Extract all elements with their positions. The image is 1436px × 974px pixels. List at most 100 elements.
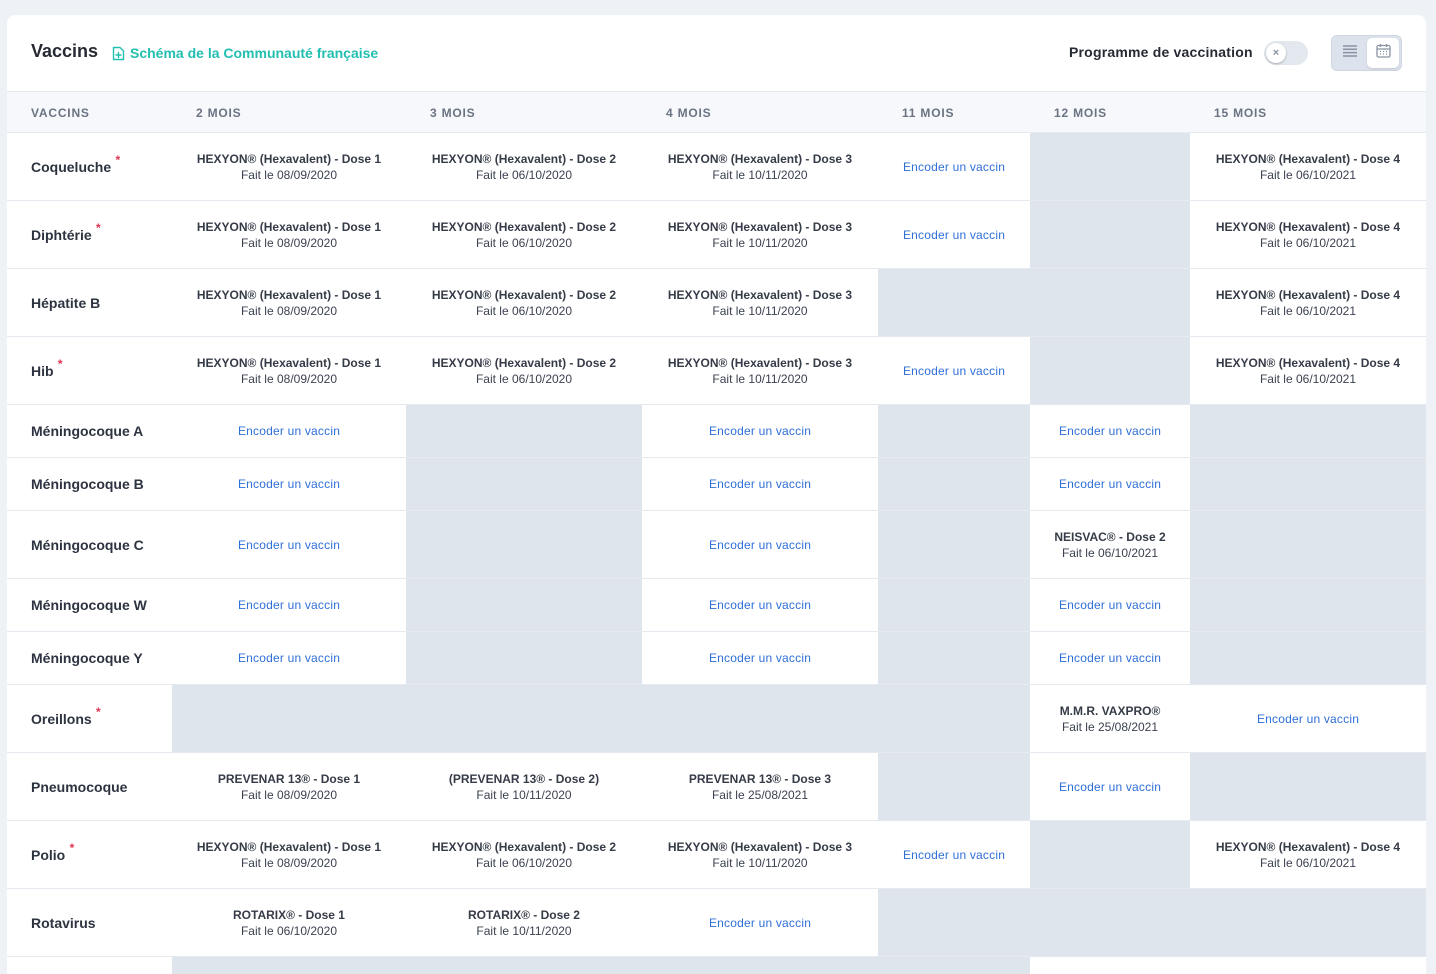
dose-date: Fait le 08/09/2020 [240,167,338,182]
dose-cell: HEXYON® (Hexavalent) - Dose 3 Fait le 10/… [642,269,878,336]
list-icon [1343,44,1357,62]
not-applicable-cell [406,685,642,752]
vaccine-name-cell: Méningocoque Y [7,632,172,684]
list-view-button[interactable] [1334,38,1366,68]
vaccine-name: Méningocoque B [31,476,144,492]
vaccine-name-cell: Méningocoque C [7,511,172,578]
encode-vaccine-link[interactable]: Encoder un vaccin [1059,650,1161,666]
dose-name: HEXYON® (Hexavalent) - Dose 4 [1215,219,1401,234]
program-label: Programme de vaccination [1069,44,1253,60]
dose-cell: HEXYON® (Hexavalent) - Dose 1 Fait le 08/… [172,337,406,404]
dose-date: Fait le 06/10/2020 [475,371,573,386]
encode-vaccine-link[interactable]: Encoder un vaccin [709,915,811,931]
encode-vaccine-link[interactable]: Encoder un vaccin [238,476,340,492]
encode-vaccine-link[interactable]: Encoder un vaccin [903,847,1005,863]
vaccine-cell: Encoder un vaccin [642,405,878,457]
encode-vaccine-link[interactable]: Encoder un vaccin [709,537,811,553]
encode-vaccine-link[interactable]: Encoder un vaccin [903,363,1005,379]
required-asterisk: * [96,220,101,235]
vaccine-cell: Encoder un vaccin [642,889,878,956]
vaccine-cell: Encoder un vaccin [172,632,406,684]
not-applicable-cell [1030,201,1190,268]
encode-vaccine-link[interactable]: Encoder un vaccin [903,159,1005,175]
table-header: VACCINS 2 MOIS 3 MOIS 4 MOIS 11 MOIS 12 MOIS 1… [7,91,1426,133]
program-toggle[interactable]: × [1264,41,1308,65]
encode-vaccine-link[interactable]: Encoder un vaccin [238,423,340,439]
dose-cell: PREVENAR 13® - Dose 3 Fait le 25/08/2021 [642,753,878,820]
dose-cell: HEXYON® (Hexavalent) - Dose 3 Fait le 10/… [642,201,878,268]
vaccine-cell: Encoder un vaccin [1030,405,1190,457]
vaccine-name-cell: Méningocoque W [7,579,172,631]
not-applicable-cell [878,579,1030,631]
not-applicable-cell [878,753,1030,820]
encode-vaccine-link[interactable]: Encoder un vaccin [709,597,811,613]
vaccine-cell: Encoder un vaccin [1030,458,1190,510]
dose-name: (PREVENAR 13® - Dose 2) [448,771,600,786]
not-applicable-cell [878,269,1030,336]
dose-name: HEXYON® (Hexavalent) - Dose 3 [667,287,853,302]
table-row: Méningocoque B Encoder un vaccin Encoder u… [7,458,1426,511]
encode-vaccine-link[interactable]: Encoder un vaccin [1257,711,1359,727]
dose-name: HEXYON® (Hexavalent) - Dose 2 [431,287,617,302]
dose-name: HEXYON® (Hexavalent) - Dose 1 [196,355,382,370]
encode-vaccine-link[interactable]: Encoder un vaccin [709,476,811,492]
calendar-view-button[interactable] [1367,38,1399,68]
encode-vaccine-link[interactable]: Encoder un vaccin [903,227,1005,243]
schema-link[interactable]: Schéma de la Communauté française [112,45,378,61]
dose-date: Fait le 06/10/2021 [1259,235,1357,250]
encode-vaccine-link[interactable]: Encoder un vaccin [1059,423,1161,439]
not-applicable-cell [172,957,406,974]
dose-date: Fait le 08/09/2020 [240,235,338,250]
vaccine-cell: Encoder un vaccin [878,133,1030,200]
vaccine-name: Méningocoque Y [31,650,143,666]
dose-name: HEXYON® (Hexavalent) - Dose 4 [1215,287,1401,302]
dose-date: Fait le 25/08/2021 [711,787,809,802]
not-applicable-cell [1030,821,1190,888]
encode-vaccine-link[interactable]: Encoder un vaccin [238,537,340,553]
dose-date: Fait le 25/08/2021 [1061,719,1159,734]
dose-date: Fait le 06/10/2020 [475,235,573,250]
dose-date: Fait le 10/11/2020 [712,371,808,386]
vaccine-name-cell: Méningocoque A [7,405,172,457]
dose-name: HEXYON® (Hexavalent) - Dose 2 [431,355,617,370]
encode-vaccine-link[interactable]: Encoder un vaccin [238,597,340,613]
dose-date: Fait le 06/10/2021 [1259,371,1357,386]
dose-cell: HEXYON® (Hexavalent) - Dose 3 Fait le 10/… [642,821,878,888]
not-applicable-cell [1190,458,1426,510]
vaccine-cell: Encoder un vaccin [642,632,878,684]
encode-vaccine-link[interactable]: Encoder un vaccin [1059,597,1161,613]
dose-date: Fait le 06/10/2020 [475,855,573,870]
encode-vaccine-link[interactable]: Encoder un vaccin [1059,779,1161,795]
vaccine-cell [1190,957,1426,974]
vaccine-cell [1030,957,1190,974]
not-applicable-cell [406,957,642,974]
dose-name: NEISVAC® - Dose 2 [1054,529,1166,544]
vaccine-cell: Encoder un vaccin [642,511,878,578]
vaccine-name: Coqueluche * [31,152,121,175]
dose-name: HEXYON® (Hexavalent) - Dose 1 [196,287,382,302]
dose-name: HEXYON® (Hexavalent) - Dose 3 [667,219,853,234]
table-row: Polio * HEXYON® (Hexavalent) - Dose 1 Fait … [7,821,1426,889]
dose-name: M.M.R. VAXPRO® [1059,703,1161,718]
encode-vaccine-link[interactable]: Encoder un vaccin [1059,476,1161,492]
required-asterisk: * [115,152,121,167]
vaccine-name-cell: Oreillons * [7,685,172,752]
dose-name: ROTARIX® - Dose 1 [233,907,345,922]
encode-vaccine-link[interactable]: Encoder un vaccin [709,423,811,439]
encode-vaccine-link[interactable]: Encoder un vaccin [238,650,340,666]
vaccine-cell: Encoder un vaccin [878,821,1030,888]
dose-cell: HEXYON® (Hexavalent) - Dose 2 Fait le 06/… [406,269,642,336]
dose-date: Fait le 08/09/2020 [240,303,338,318]
vaccine-cell: Encoder un vaccin [1190,685,1426,752]
dose-date: Fait le 08/09/2020 [240,371,338,386]
dose-name: HEXYON® (Hexavalent) - Dose 4 [1215,151,1401,166]
dose-name: HEXYON® (Hexavalent) - Dose 2 [431,839,617,854]
dose-name: HEXYON® (Hexavalent) - Dose 2 [431,151,617,166]
not-applicable-cell [1030,133,1190,200]
encode-vaccine-link[interactable]: Encoder un vaccin [709,650,811,666]
table-row: Hib * HEXYON® (Hexavalent) - Dose 1 Fait le… [7,337,1426,405]
vaccine-name: Méningocoque C [31,536,144,553]
dose-cell: HEXYON® (Hexavalent) - Dose 4 Fait le 06/… [1190,201,1426,268]
dose-cell: HEXYON® (Hexavalent) - Dose 2 Fait le 06/… [406,337,642,404]
dose-date: Fait le 10/11/2020 [712,167,808,182]
